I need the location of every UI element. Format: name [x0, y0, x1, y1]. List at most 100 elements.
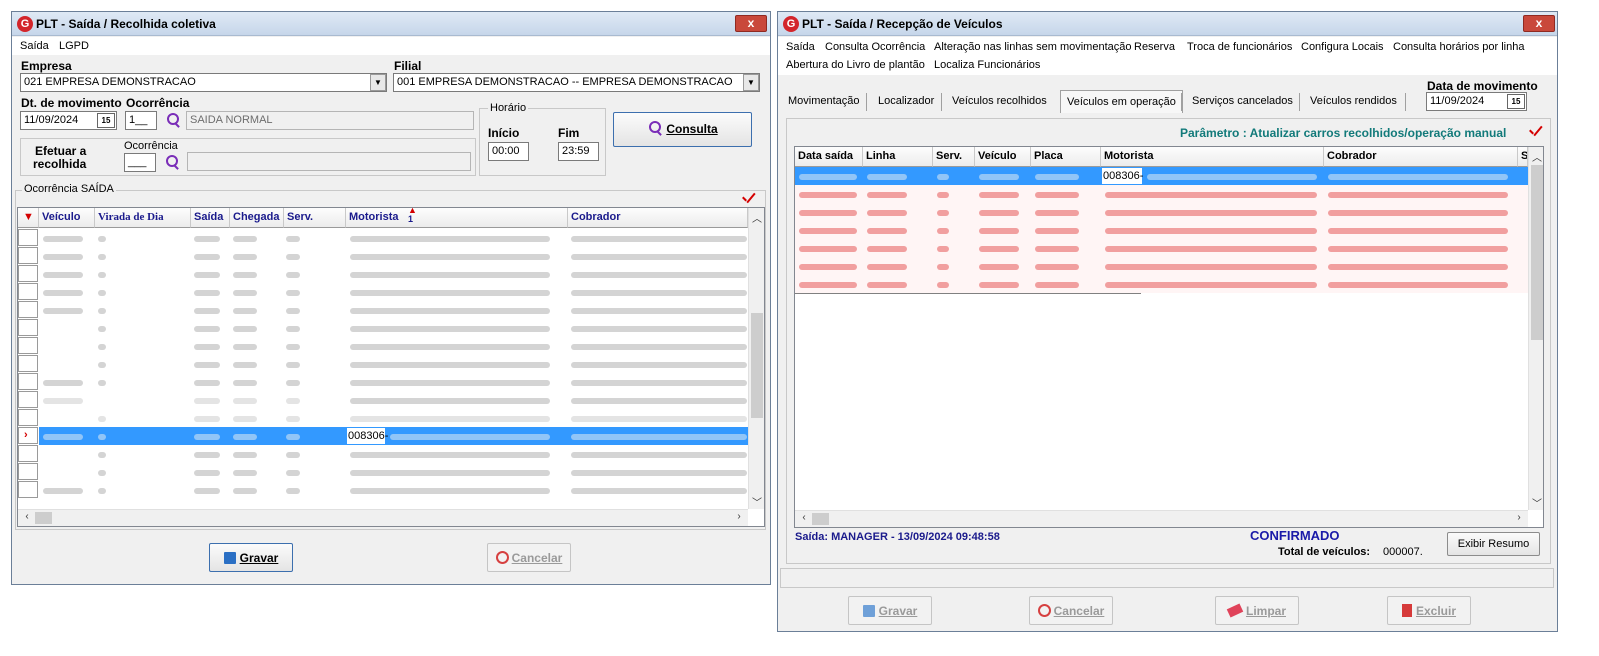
scroll-thumb[interactable]: [751, 313, 763, 418]
table-row[interactable]: [18, 445, 748, 463]
col-virada-de-dia[interactable]: Virada de Dia: [95, 208, 191, 228]
col-saida[interactable]: Saída: [191, 208, 230, 228]
tab-veiculos-rendidos[interactable]: Veículos rendidos: [1304, 90, 1403, 112]
table-row[interactable]: [795, 239, 1528, 257]
right-grid-hscroll[interactable]: ‹ ›: [795, 510, 1528, 527]
row-header[interactable]: [18, 445, 38, 462]
table-row[interactable]: [795, 185, 1528, 203]
table-row[interactable]: [795, 257, 1528, 275]
col-serv[interactable]: Serv.: [284, 208, 346, 228]
table-row[interactable]: [18, 391, 748, 409]
tab-localizador[interactable]: Localizador: [872, 90, 940, 112]
col-data-saida[interactable]: Data saída: [795, 147, 863, 167]
scroll-up-icon[interactable]: ︿: [750, 210, 764, 225]
row-header[interactable]: [18, 229, 38, 246]
table-row[interactable]: [18, 463, 748, 481]
filial-dropdown-icon[interactable]: ▼: [743, 74, 759, 91]
table-row[interactable]: [795, 203, 1528, 221]
scroll-right-icon[interactable]: ›: [1512, 512, 1526, 523]
row-header[interactable]: ›: [18, 427, 38, 444]
calendar-icon[interactable]: 15: [97, 113, 115, 128]
table-row[interactable]: [18, 265, 748, 283]
empresa-select[interactable]: 021 EMPRESA DEMONSTRACAO: [20, 73, 387, 92]
gravar-button[interactable]: Gravar: [209, 543, 293, 572]
col-motorista[interactable]: Motorista ▲ 1: [346, 208, 568, 228]
menu-configura-locais[interactable]: Configura Locais: [1301, 41, 1384, 53]
table-row[interactable]: [18, 247, 748, 265]
row-header[interactable]: [18, 391, 38, 408]
col-chegada[interactable]: Chegada: [230, 208, 284, 228]
table-row[interactable]: [18, 409, 748, 427]
table-row-selected[interactable]: › 008306-: [18, 427, 748, 445]
scroll-right-icon[interactable]: ›: [732, 511, 746, 522]
table-row[interactable]: [18, 319, 748, 337]
row-header[interactable]: [18, 463, 38, 480]
tab-servicos-cancelados[interactable]: Serviços cancelados: [1186, 90, 1299, 112]
row-header[interactable]: [18, 247, 38, 264]
col-placa[interactable]: Placa: [1031, 147, 1101, 167]
search-ocorrencia2-icon[interactable]: [164, 154, 180, 170]
fim-field[interactable]: 23:59: [558, 142, 599, 161]
limpar-button[interactable]: Limpar: [1215, 596, 1299, 625]
menu-consulta-ocorrencia[interactable]: Consulta Ocorrência: [825, 41, 925, 53]
scroll-up-icon[interactable]: ︿: [1530, 149, 1543, 164]
ocorrencia-code-field[interactable]: 1__: [125, 111, 157, 130]
col-serv[interactable]: Serv.: [933, 147, 975, 167]
exibir-resumo-button[interactable]: Exibir Resumo: [1447, 532, 1540, 556]
hscroll-thumb[interactable]: [812, 513, 829, 525]
cancelar-button[interactable]: Cancelar: [487, 543, 571, 572]
table-row[interactable]: [18, 337, 748, 355]
row-header[interactable]: [18, 355, 38, 372]
left-grid-hscroll[interactable]: ‹ ›: [18, 509, 748, 526]
scroll-left-icon[interactable]: ‹: [797, 512, 811, 523]
inicio-field[interactable]: 00:00: [488, 142, 529, 161]
scroll-down-icon[interactable]: ﹀: [750, 494, 764, 509]
col-motorista[interactable]: Motorista: [1101, 147, 1324, 167]
row-header[interactable]: [18, 373, 38, 390]
confirm-check-icon[interactable]: [1528, 127, 1544, 139]
menu-localiza-funcionarios[interactable]: Localiza Funcionários: [934, 59, 1040, 71]
calendar-icon[interactable]: 15: [1507, 94, 1525, 109]
table-row[interactable]: [18, 373, 748, 391]
left-grid-vscroll[interactable]: ︿ ﹀: [748, 208, 764, 509]
row-header[interactable]: [18, 409, 38, 426]
row-header[interactable]: [18, 283, 38, 300]
col-linha[interactable]: Linha: [863, 147, 933, 167]
left-close-button[interactable]: x: [735, 15, 767, 32]
consulta-button[interactable]: Consulta: [613, 112, 752, 147]
table-row[interactable]: [18, 481, 748, 499]
table-row-selected[interactable]: 008306-: [795, 167, 1528, 185]
excluir-button[interactable]: Excluir: [1387, 596, 1471, 625]
tab-veiculos-em-operacao[interactable]: Veículos em operação: [1060, 90, 1183, 113]
table-row[interactable]: [18, 301, 748, 319]
menu-troca-funcionarios[interactable]: Troca de funcionários: [1187, 41, 1292, 53]
menu-alteracao-linhas[interactable]: Alteração nas linhas sem movimentação: [934, 41, 1131, 53]
menu-abertura-livro[interactable]: Abertura do Livro de plantão: [786, 59, 925, 71]
hscroll-thumb[interactable]: [35, 512, 52, 524]
right-close-button[interactable]: x: [1523, 15, 1555, 32]
cancelar-button[interactable]: Cancelar: [1029, 596, 1113, 625]
filial-select[interactable]: 001 EMPRESA DEMONSTRACAO -- EMPRESA DEMO…: [393, 73, 760, 92]
col-cobrador[interactable]: Cobrador: [568, 208, 748, 228]
grid-corner-header[interactable]: ▼: [18, 208, 39, 228]
table-row[interactable]: [18, 229, 748, 247]
search-ocorrencia-icon[interactable]: [165, 112, 181, 128]
tab-veiculos-recolhidos[interactable]: Veículos recolhidos: [946, 90, 1053, 112]
row-header[interactable]: [18, 319, 38, 336]
gravar-button[interactable]: Gravar: [848, 596, 932, 625]
tab-movimentacao[interactable]: Movimentação: [782, 90, 866, 112]
row-header[interactable]: [18, 265, 38, 282]
col-veiculo[interactable]: Veículo: [975, 147, 1031, 167]
confirm-check-icon[interactable]: [741, 194, 757, 206]
menu-reserva[interactable]: Reserva: [1134, 41, 1175, 53]
empresa-dropdown-icon[interactable]: ▼: [370, 74, 386, 91]
table-row[interactable]: [18, 355, 748, 373]
col-veiculo[interactable]: Veículo: [39, 208, 95, 228]
table-row[interactable]: [795, 275, 1528, 293]
row-header[interactable]: [18, 481, 38, 498]
scroll-left-icon[interactable]: ‹: [20, 511, 34, 522]
col-s[interactable]: S: [1518, 147, 1528, 167]
menu-saida[interactable]: Saída: [786, 41, 815, 53]
scroll-down-icon[interactable]: ﹀: [1530, 495, 1543, 510]
scroll-thumb[interactable]: [1531, 165, 1543, 340]
